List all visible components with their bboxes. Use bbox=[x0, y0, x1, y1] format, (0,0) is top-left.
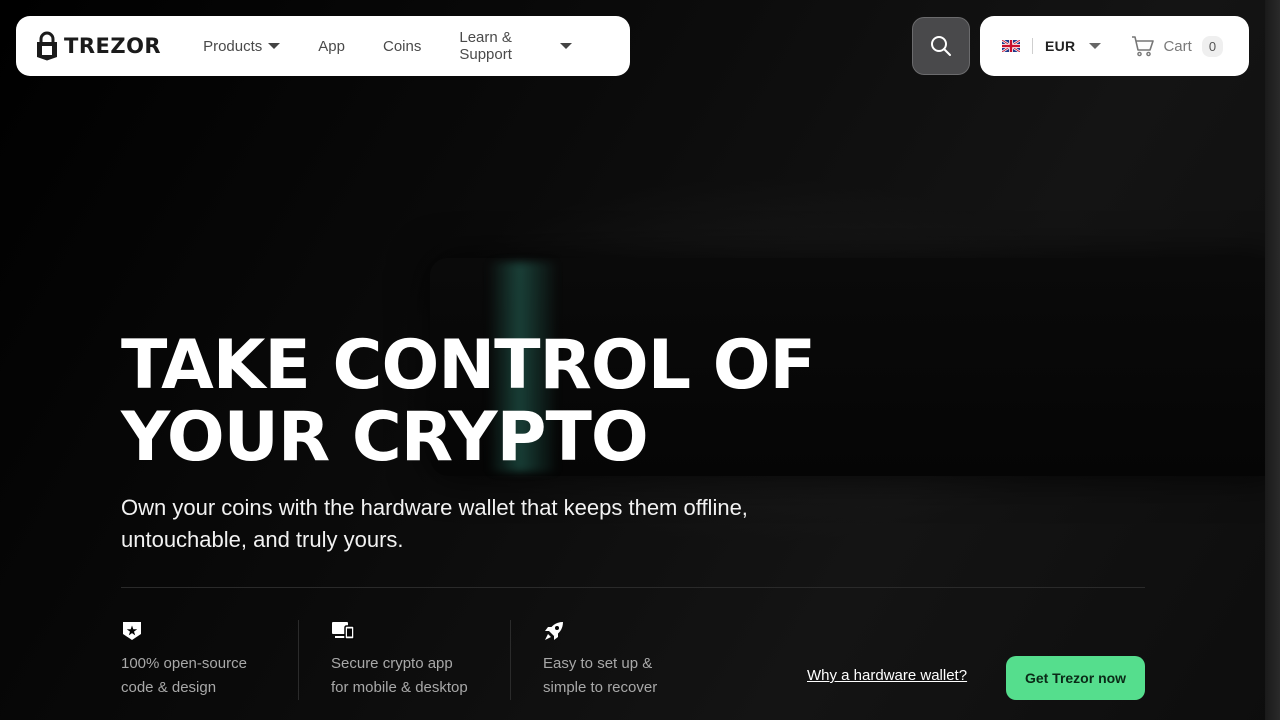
feature-easy-setup: Easy to set up & simple to recover bbox=[511, 620, 711, 700]
feature-list: 100% open-source code & design Secure cr… bbox=[121, 620, 711, 700]
feature-easy-setup-line2: simple to recover bbox=[543, 679, 658, 696]
rocket-icon bbox=[543, 620, 711, 642]
header-utility-bar: EUR Cart 0 bbox=[980, 16, 1249, 76]
nav-coins[interactable]: Coins bbox=[383, 38, 421, 55]
chevron-down-icon bbox=[560, 43, 572, 49]
hero-divider bbox=[121, 587, 1145, 588]
feature-easy-setup-line1: Easy to set up & bbox=[543, 655, 653, 672]
feature-open-source-line1: 100% open-source bbox=[121, 655, 247, 672]
page-scrollbar[interactable] bbox=[1265, 0, 1280, 720]
devices-icon bbox=[331, 620, 510, 642]
hero-subheading: Own your coins with the hardware wallet … bbox=[121, 495, 748, 552]
nav-products[interactable]: Products bbox=[203, 37, 281, 55]
get-trezor-button[interactable]: Get Trezor now bbox=[1006, 656, 1145, 700]
hero-headline: TAKE CONTROL OF YOUR CRYPTO bbox=[121, 330, 841, 474]
feature-crypto-app-line2: for mobile & desktop bbox=[331, 679, 468, 696]
brand-name: TREZOR bbox=[64, 34, 162, 58]
nav-app[interactable]: App bbox=[318, 38, 345, 55]
shield-star-icon bbox=[121, 620, 298, 642]
feature-crypto-app-line1: Secure crypto app bbox=[331, 655, 453, 672]
nav-coins-label: Coins bbox=[383, 37, 422, 55]
cart-count-badge: 0 bbox=[1201, 35, 1224, 57]
hero-headline-line2: YOUR CRYPTO bbox=[121, 398, 649, 477]
search-button[interactable] bbox=[912, 17, 970, 75]
uk-flag-icon[interactable] bbox=[1002, 40, 1020, 52]
trezor-logo[interactable]: TREZOR bbox=[36, 31, 161, 61]
nav-app-label: App bbox=[318, 37, 345, 55]
hero-headline-line1: TAKE CONTROL OF bbox=[121, 326, 816, 405]
chevron-down-icon bbox=[268, 43, 281, 49]
cart-icon bbox=[1132, 36, 1155, 57]
chevron-down-icon[interactable] bbox=[1089, 43, 1102, 49]
cart-button[interactable]: Cart 0 bbox=[1131, 35, 1224, 57]
feature-open-source: 100% open-source code & design bbox=[121, 620, 298, 700]
main-navigation: TREZOR Products App Coins Learn & Suppor… bbox=[16, 16, 630, 76]
currency-selector[interactable]: EUR bbox=[1045, 38, 1075, 54]
search-icon bbox=[931, 36, 951, 56]
nav-learn-support-label: Learn & Support bbox=[459, 29, 512, 63]
nav-learn-support[interactable]: Learn & Support bbox=[459, 29, 572, 63]
cart-label: Cart bbox=[1163, 37, 1192, 55]
trezor-lock-icon bbox=[37, 31, 57, 61]
feature-open-source-line2: code & design bbox=[121, 679, 217, 696]
why-hardware-wallet-link[interactable]: Why a hardware wallet? bbox=[807, 667, 967, 684]
nav-products-label: Products bbox=[203, 37, 263, 55]
feature-crypto-app: Secure crypto app for mobile & desktop bbox=[299, 620, 510, 700]
divider bbox=[1032, 38, 1033, 54]
